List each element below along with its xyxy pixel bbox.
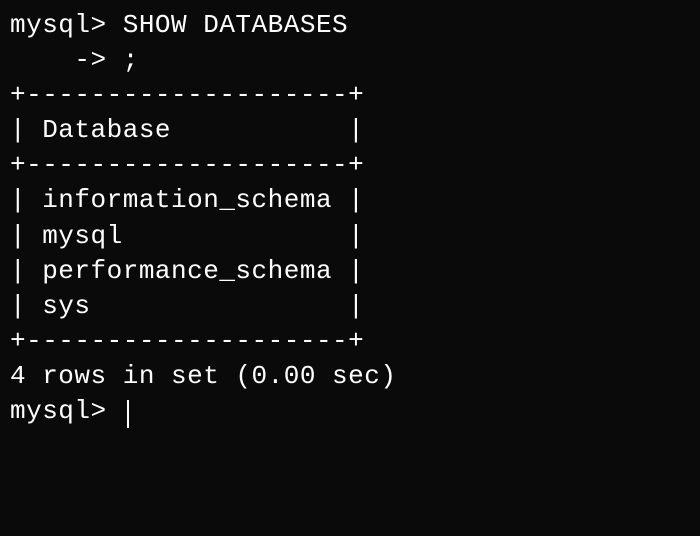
mysql-prompt: mysql> — [10, 10, 123, 40]
table-header-row: | Database | — [10, 113, 690, 148]
command-line-1: mysql> SHOW DATABASES — [10, 8, 690, 43]
table-row: | performance_schema | — [10, 254, 690, 289]
table-border-top: +--------------------+ — [10, 78, 690, 113]
continuation-prompt: -> — [10, 45, 123, 75]
command-line-2: -> ; — [10, 43, 690, 78]
table-border-bottom: +--------------------+ — [10, 324, 690, 359]
command-text: SHOW DATABASES — [123, 10, 348, 40]
table-row: | mysql | — [10, 219, 690, 254]
cursor-icon — [127, 400, 129, 428]
command-terminator: ; — [123, 45, 139, 75]
table-border-mid: +--------------------+ — [10, 148, 690, 183]
table-row: | sys | — [10, 289, 690, 324]
table-row: | information_schema | — [10, 183, 690, 218]
mysql-prompt: mysql> — [10, 396, 123, 426]
current-prompt-line[interactable]: mysql> — [10, 394, 690, 429]
result-summary: 4 rows in set (0.00 sec) — [10, 359, 690, 394]
